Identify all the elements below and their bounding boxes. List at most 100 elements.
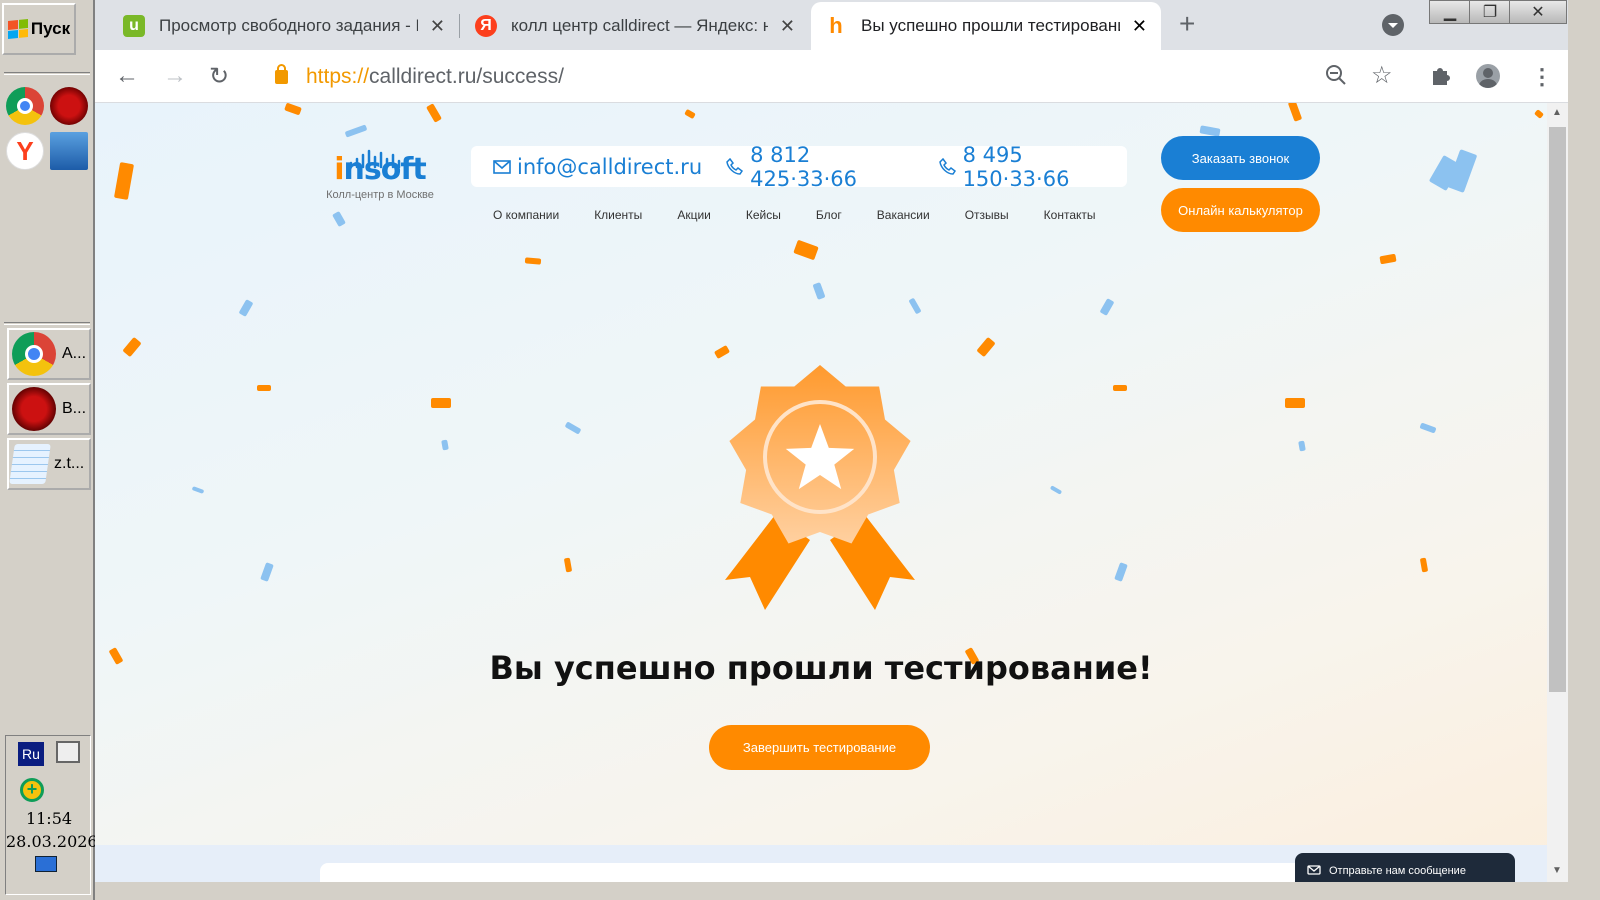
browser-quicklaunch-icon[interactable] xyxy=(50,87,88,125)
nav-contacts[interactable]: Контакты xyxy=(1044,208,1096,222)
chat-icon xyxy=(1307,864,1321,875)
network-icon[interactable] xyxy=(56,741,80,763)
tab-active-success[interactable]: h Вы успешно прошли тестирование ✕ xyxy=(811,2,1161,50)
address-bar[interactable]: https://calldirect.ru/success/ xyxy=(255,58,1405,96)
nav-cases[interactable]: Кейсы xyxy=(746,208,781,222)
new-tab-icon[interactable]: + xyxy=(1179,8,1195,40)
online-calculator-button[interactable]: Онлайн калькулятор xyxy=(1161,188,1320,232)
confetti-piece xyxy=(1113,385,1127,391)
phone-link-spb[interactable]: 8 812 425·33·66 xyxy=(726,143,914,191)
tab-strip: u Просмотр свободного задания - В ✕ Я ко… xyxy=(95,0,1568,50)
tab-title: Вы успешно прошли тестирование xyxy=(861,16,1120,35)
task-label: z.t... xyxy=(54,455,85,472)
lock-icon[interactable] xyxy=(275,64,288,84)
tab-search-icon[interactable] xyxy=(1382,14,1404,36)
confetti-piece xyxy=(1099,298,1115,316)
confetti-piece xyxy=(431,398,451,408)
nav-reviews[interactable]: Отзывы xyxy=(965,208,1009,222)
scroll-up-icon[interactable]: ▲ xyxy=(1552,107,1562,118)
scroll-down-icon[interactable]: ▼ xyxy=(1552,865,1562,876)
extensions-icon[interactable] xyxy=(1430,64,1452,92)
task-button-notepad[interactable]: z.t... xyxy=(7,438,91,490)
confetti-piece xyxy=(1379,253,1397,265)
close-tab-icon[interactable]: ✕ xyxy=(780,16,795,37)
confetti-piece xyxy=(1298,440,1306,452)
confetti-piece xyxy=(1419,422,1437,434)
chat-label: Отправьте нам сообщение xyxy=(1329,864,1466,877)
confetti-piece xyxy=(976,336,996,358)
close-tab-icon[interactable]: ✕ xyxy=(430,16,445,37)
start-button[interactable]: Пуск xyxy=(2,3,76,55)
award-medal-icon xyxy=(725,365,915,610)
confetti-piece xyxy=(1199,125,1221,137)
confetti-piece xyxy=(257,385,271,391)
desktop-quicklaunch-icon[interactable] xyxy=(50,132,88,170)
phone-icon xyxy=(726,157,744,175)
confetti-piece xyxy=(344,124,368,138)
confetti-piece xyxy=(908,297,922,315)
confetti-piece xyxy=(524,257,542,265)
reload-icon[interactable]: ↻ xyxy=(209,62,229,91)
site-logo[interactable]: insoft Колл-центр в Москве xyxy=(315,149,445,201)
close-window-icon[interactable]: ✕ xyxy=(1509,0,1567,24)
main-nav: О компании Клиенты Акции Кейсы Блог Вака… xyxy=(493,208,1096,222)
restore-icon[interactable]: ❐ xyxy=(1469,0,1511,24)
confetti-piece xyxy=(1114,562,1128,582)
desktop-icon[interactable] xyxy=(35,856,57,872)
nav-blog[interactable]: Блог xyxy=(816,208,842,222)
clock-time[interactable]: 11:54 xyxy=(6,809,92,828)
tab-task[interactable]: u Просмотр свободного задания - В ✕ xyxy=(109,2,459,50)
confetti-piece xyxy=(260,562,274,582)
notepad-icon xyxy=(9,444,51,484)
language-indicator[interactable]: Ru xyxy=(18,742,44,766)
confetti-piece xyxy=(238,299,254,317)
system-tray: Ru + 11:54 28.03.2026 xyxy=(5,735,98,895)
profile-icon[interactable] xyxy=(1476,64,1500,88)
clock-date[interactable]: 28.03.2026 xyxy=(6,832,98,851)
chrome-quicklaunch-icon[interactable] xyxy=(6,87,44,125)
nav-about[interactable]: О компании xyxy=(493,208,559,222)
tab-yandex[interactable]: Я колл центр calldirect — Яндекс: на ✕ xyxy=(461,2,809,50)
task-button-chrome[interactable]: А... xyxy=(7,328,91,380)
email-link[interactable]: info@calldirect.ru xyxy=(493,155,702,179)
url-text[interactable]: https://calldirect.ru/success/ xyxy=(306,65,564,89)
phone-link-msk[interactable]: 8 495 150·33·66 xyxy=(938,142,1127,191)
bookmark-star-icon[interactable]: ☆ xyxy=(1371,61,1393,90)
nav-clients[interactable]: Клиенты xyxy=(594,208,642,222)
back-icon[interactable]: ← xyxy=(115,62,139,90)
finish-testing-button[interactable]: Завершить тестирование xyxy=(709,725,930,770)
task-label: В... xyxy=(62,400,87,417)
forward-icon[interactable]: → xyxy=(163,62,187,90)
browser-toolbar: ← → ↻ https://calldirect.ru/success/ ☆ ⋮ xyxy=(95,50,1568,103)
minimize-icon[interactable]: ▁ xyxy=(1429,0,1471,24)
page-title: Вы успешно прошли тестирование! xyxy=(489,649,1153,687)
update-icon[interactable]: + xyxy=(20,778,44,802)
chrome-icon xyxy=(12,332,56,376)
menu-icon[interactable]: ⋮ xyxy=(1531,64,1553,90)
mail-icon xyxy=(493,159,511,174)
confetti-piece xyxy=(284,103,302,116)
scroll-thumb[interactable] xyxy=(1549,127,1566,692)
confetti-piece xyxy=(122,336,142,358)
close-tab-icon[interactable]: ✕ xyxy=(1132,16,1147,37)
task-button-browser[interactable]: В... xyxy=(7,383,91,435)
chat-widget[interactable]: Отправьте нам сообщение xyxy=(1295,853,1515,882)
confetti-piece xyxy=(1287,103,1303,122)
confetti-piece xyxy=(191,486,205,494)
task-label: А... xyxy=(62,345,87,362)
confetti-piece xyxy=(563,557,573,573)
confetti-piece xyxy=(564,421,582,435)
nav-vacancies[interactable]: Вакансии xyxy=(877,208,930,222)
nav-promos[interactable]: Акции xyxy=(677,208,711,222)
logo-subtitle: Колл-центр в Москве xyxy=(326,189,434,201)
email-text: info@calldirect.ru xyxy=(517,154,703,179)
confetti-piece xyxy=(1446,149,1478,193)
confetti-piece xyxy=(113,162,135,200)
zoom-icon[interactable] xyxy=(1325,64,1347,92)
browser-icon xyxy=(12,387,56,431)
content-card xyxy=(320,863,1320,882)
order-call-button[interactable]: Заказать звонок xyxy=(1161,136,1320,180)
scrollbar[interactable]: ▲ ▼ xyxy=(1547,103,1568,882)
phone-text: 8 495 150·33·66 xyxy=(962,142,1070,191)
yandex-quicklaunch-icon[interactable]: Y xyxy=(6,132,44,170)
